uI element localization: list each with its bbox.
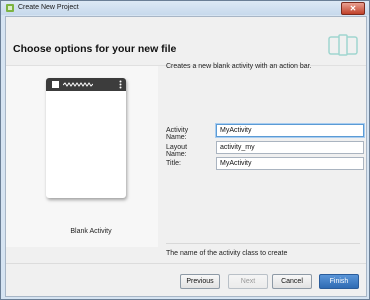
next-button-label: Next [240, 278, 256, 285]
next-button[interactable]: Next [228, 274, 268, 289]
template-name: Blank Activity [70, 228, 112, 235]
close-icon: ✕ [349, 4, 357, 13]
app-logo-icon [52, 81, 59, 88]
title-bar[interactable]: Create New Project ✕ [1, 1, 369, 15]
previous-button-label: Previous [186, 278, 214, 285]
title-label: Title: [166, 160, 181, 167]
template-description: Creates a new blank activity with an act… [166, 63, 312, 70]
footer-divider [6, 263, 366, 264]
action-bar [46, 78, 126, 91]
cancel-button-label: Cancel [281, 278, 303, 285]
dialog-content: Choose options for your new file Blank A… [5, 16, 367, 297]
cancel-button[interactable]: Cancel [272, 274, 312, 289]
template-preview-panel: Blank Activity [6, 66, 158, 247]
title-input[interactable]: MyActivity [216, 157, 364, 170]
window-title: Create New Project [18, 4, 79, 11]
layout-name-input[interactable]: activity_my [216, 141, 364, 154]
page-title: Choose options for your new file [13, 43, 177, 55]
field-hint: The name of the activity class to create [166, 250, 288, 257]
dialog-window: Create New Project ✕ Choose options for … [0, 0, 370, 300]
layout-name-label: Layout Name: [166, 144, 188, 158]
activity-name-input[interactable]: MyActivity [216, 124, 364, 137]
finish-button[interactable]: Finish [319, 274, 359, 289]
header: Choose options for your new file [6, 17, 366, 69]
activity-template-icon [328, 34, 358, 56]
previous-button[interactable]: Previous [180, 274, 220, 289]
android-studio-icon [6, 4, 14, 12]
title-placeholder-icon [63, 82, 93, 87]
finish-button-label: Finish [329, 278, 349, 285]
hint-divider [166, 243, 360, 244]
phone-preview [46, 78, 126, 198]
close-button[interactable]: ✕ [341, 2, 365, 15]
overflow-menu-icon [119, 80, 122, 89]
activity-name-label: Activity Name: [166, 127, 189, 141]
